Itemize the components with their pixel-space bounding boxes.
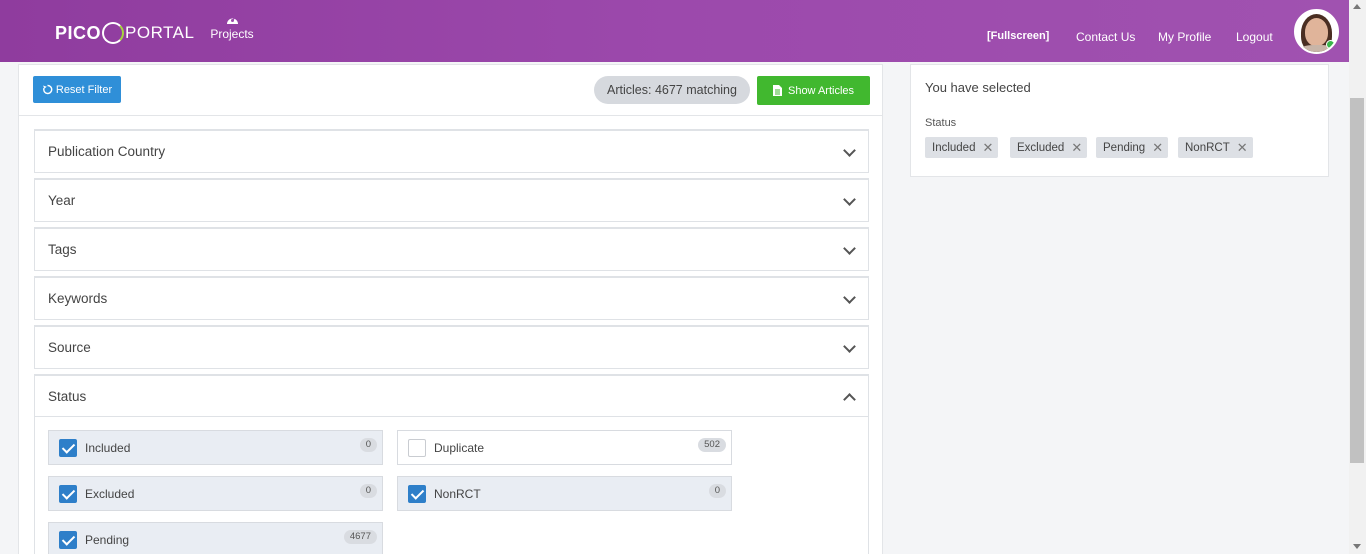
checkbox[interactable] xyxy=(408,438,426,457)
show-articles-label: Show Articles xyxy=(787,84,855,97)
selected-panel-title: You have selected xyxy=(925,80,1031,95)
reset-icon xyxy=(42,84,53,95)
checkbox[interactable] xyxy=(59,530,77,549)
user-avatar[interactable] xyxy=(1294,9,1339,54)
status-option-count: 0 xyxy=(359,438,377,452)
status-option-label: Pending xyxy=(85,532,130,547)
reset-filter-button[interactable]: Reset Filter xyxy=(33,76,121,103)
selected-chip-nonrct: NonRCT ✕ xyxy=(1178,137,1253,158)
selected-group-label: Status xyxy=(925,117,957,129)
nav-projects[interactable]: Projects xyxy=(204,14,260,41)
status-options-body: Included 0 Duplicate 502 Excluded 0 NonR… xyxy=(34,416,869,554)
accordion-label: Year xyxy=(48,193,76,208)
selected-chip-pending: Pending ✕ xyxy=(1096,137,1169,158)
document-icon xyxy=(772,85,782,96)
close-icon[interactable]: ✕ xyxy=(1071,140,1082,156)
status-option-excluded[interactable]: Excluded 0 xyxy=(48,476,383,511)
accordion-label: Keywords xyxy=(48,291,108,306)
logo-circle-icon xyxy=(102,22,125,44)
status-option-nonrct[interactable]: NonRCT 0 xyxy=(397,476,732,511)
scroll-up-arrow-icon[interactable] xyxy=(1353,4,1361,9)
reset-filter-label: Reset Filter xyxy=(55,83,113,96)
accordion-status[interactable]: Status xyxy=(34,374,869,418)
filter-panel: Reset Filter Articles: 4677 matching Sho… xyxy=(18,64,883,554)
logo-text-pico: PICO xyxy=(55,22,102,43)
chip-label: Pending xyxy=(1103,141,1146,154)
accordion-label: Source xyxy=(48,340,91,355)
accordion-publication-country[interactable]: Publication Country xyxy=(34,129,869,173)
accordion-label: Publication Country xyxy=(48,144,166,159)
chevron-down-icon xyxy=(843,291,856,304)
checkbox[interactable] xyxy=(59,484,77,503)
articles-matching-badge: Articles: 4677 matching xyxy=(594,76,750,104)
pico-portal-logo[interactable]: PICO PORTAL xyxy=(55,17,194,49)
chevron-up-icon xyxy=(843,393,856,406)
logo-text-portal: PORTAL xyxy=(125,23,195,42)
status-option-pending[interactable]: Pending 4677 xyxy=(48,522,383,554)
status-option-count: 502 xyxy=(698,438,726,452)
nav-contact-us[interactable]: Contact Us xyxy=(1076,30,1135,44)
scroll-down-arrow-icon[interactable] xyxy=(1353,544,1361,549)
accordion-tags[interactable]: Tags xyxy=(34,227,869,271)
close-icon[interactable]: ✕ xyxy=(982,140,993,156)
scrollbar-thumb[interactable] xyxy=(1350,98,1364,463)
status-option-count: 0 xyxy=(359,484,377,498)
close-icon[interactable]: ✕ xyxy=(1152,140,1163,156)
accordion-year[interactable]: Year xyxy=(34,178,869,222)
nav-my-profile[interactable]: My Profile xyxy=(1158,30,1211,44)
selected-filters-panel: You have selected Status Included ✕ Excl… xyxy=(910,64,1329,177)
status-option-label: Duplicate xyxy=(434,440,485,455)
checkbox[interactable] xyxy=(59,438,77,457)
status-option-count: 4677 xyxy=(343,530,377,544)
accordion-label: Tags xyxy=(48,242,77,257)
dashboard-icon xyxy=(226,17,238,24)
online-status-dot xyxy=(1326,40,1335,49)
accordion-label: Status xyxy=(48,389,87,404)
selected-chip-included: Included ✕ xyxy=(925,137,999,158)
chip-label: Included xyxy=(932,141,976,154)
status-option-duplicate[interactable]: Duplicate 502 xyxy=(397,430,732,465)
nav-fullscreen[interactable]: [Fullscreen] xyxy=(987,30,1049,42)
accordion-keywords[interactable]: Keywords xyxy=(34,276,869,320)
top-navbar: PICO PORTAL Projects [Fullscreen] Contac… xyxy=(0,0,1349,62)
chevron-down-icon xyxy=(843,193,856,206)
show-articles-button[interactable]: Show Articles xyxy=(757,76,870,105)
checkbox[interactable] xyxy=(408,484,426,503)
filter-toolbar: Reset Filter Articles: 4677 matching Sho… xyxy=(19,65,882,116)
nav-projects-label: Projects xyxy=(210,27,254,41)
chip-label: NonRCT xyxy=(1185,141,1230,154)
close-icon[interactable]: ✕ xyxy=(1237,140,1248,156)
selected-chip-excluded: Excluded ✕ xyxy=(1010,137,1088,158)
status-option-label: NonRCT xyxy=(434,486,481,501)
status-option-count: 0 xyxy=(708,484,726,498)
chip-label: Excluded xyxy=(1017,141,1065,154)
nav-logout[interactable]: Logout xyxy=(1236,30,1273,44)
status-option-label: Included xyxy=(85,440,131,455)
chevron-down-icon xyxy=(843,144,856,157)
status-option-included[interactable]: Included 0 xyxy=(48,430,383,465)
chevron-down-icon xyxy=(843,340,856,353)
accordion-source[interactable]: Source xyxy=(34,325,869,369)
status-option-label: Excluded xyxy=(85,486,135,501)
chevron-down-icon xyxy=(843,242,856,255)
